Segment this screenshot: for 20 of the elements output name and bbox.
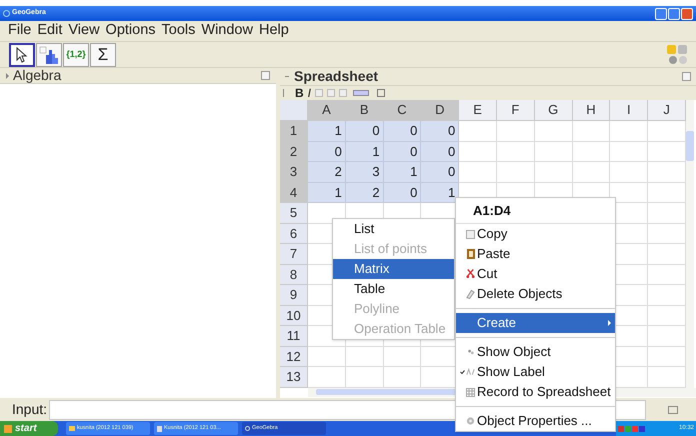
- input-label: Input:: [12, 400, 48, 419]
- table-cell: 3: [346, 162, 384, 182]
- table-cell: 1: [384, 162, 422, 182]
- table-cell: 0: [384, 142, 422, 162]
- menu-title: A1:D4: [456, 198, 615, 224]
- table-cell: 0: [308, 142, 346, 162]
- panel-title: Algebra: [13, 66, 62, 85]
- table-cell: 0: [384, 182, 422, 203]
- table-cell: 0: [346, 121, 384, 142]
- table-cell: 2: [308, 162, 346, 182]
- table-cell: 0: [421, 162, 460, 182]
- panel-title: Spreadsheet: [294, 67, 378, 86]
- table-cell: 2: [346, 182, 384, 203]
- table-cell: 1: [308, 121, 346, 142]
- table-cell: 1: [346, 142, 384, 162]
- table-cell: 0: [421, 121, 460, 142]
- table-cell: 1: [421, 182, 460, 203]
- table-cell: 0: [421, 142, 460, 162]
- table-cell: 0: [384, 121, 422, 142]
- table-cell: 1: [308, 182, 346, 203]
